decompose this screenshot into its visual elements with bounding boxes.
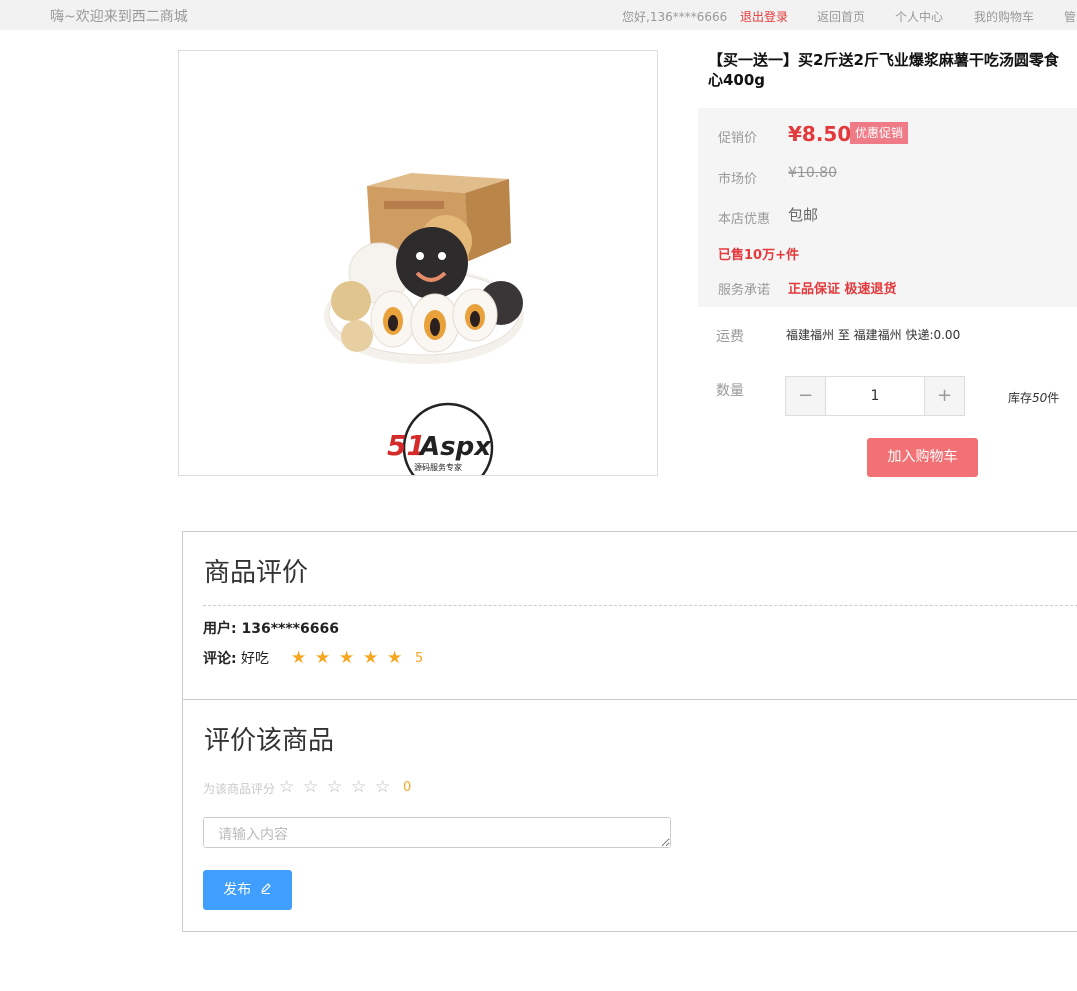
- service-label: 服务承诺: [718, 283, 771, 298]
- product-title: 【买一送一】买2斤送2斤飞业爆浆麻薯干吃汤圆零食 心400g: [708, 50, 1077, 90]
- product-image-frame: 51 Aspx 源码服务专家: [178, 50, 658, 494]
- star-outline-icon[interactable]: ☆: [375, 777, 399, 797]
- product-image: 51 Aspx 源码服务专家: [324, 173, 524, 494]
- rate-label: 为该商品评分: [203, 782, 276, 796]
- star-icon: ★: [363, 648, 379, 668]
- shop-offer-value: 包邮: [788, 206, 819, 224]
- review-comment: 评论: 好吃: [203, 648, 269, 668]
- market-price-label: 市场价: [718, 172, 758, 187]
- review-input[interactable]: [203, 817, 671, 848]
- freight-label: 运费: [716, 329, 744, 345]
- edit-icon: [260, 870, 272, 910]
- quantity-stepper: − +: [785, 376, 965, 416]
- svg-text:Aspx: Aspx: [418, 432, 492, 462]
- user-greeting: 您好,136****6666: [622, 10, 728, 24]
- stock-count: 50: [1032, 391, 1048, 405]
- freight-text: 福建福州 至 福建福州 快递:0.00: [786, 328, 961, 342]
- nav-admin-link[interactable]: 管: [1064, 8, 1076, 25]
- reviews-title: 商品评价: [204, 558, 309, 588]
- top-bar: 嗨~欢迎来到西二商城 您好,136****6666 退出登录 返回首页 个人中心…: [0, 0, 1077, 30]
- price-panel: 促销价 ¥8.50 优惠促销 市场价 ¥10.80 本店优惠 包邮 已售10万+…: [698, 108, 1077, 307]
- promo-price-label: 促销价: [718, 131, 758, 146]
- review-form-title: 评价该商品: [204, 726, 335, 756]
- star-icon: ★: [387, 648, 403, 668]
- publish-label: 发布: [223, 882, 252, 898]
- reviews-divider: [203, 605, 1077, 606]
- review-user: 用户: 136****6666: [203, 621, 339, 637]
- review-rating-value: 5: [415, 650, 424, 666]
- stock-prefix: 库存: [1008, 391, 1033, 405]
- logout-link[interactable]: 退出登录: [740, 8, 788, 25]
- sold-count: 已售10万+件: [718, 248, 799, 263]
- add-to-cart-button[interactable]: 加入购物车: [867, 438, 978, 477]
- star-outline-icon[interactable]: ☆: [327, 777, 351, 797]
- nav-profile-link[interactable]: 个人中心: [895, 8, 943, 25]
- quantity-decrease-button[interactable]: −: [786, 377, 826, 415]
- star-icon: ★: [315, 648, 331, 668]
- svg-text:源码服务专家: 源码服务专家: [414, 462, 462, 472]
- star-outline-icon[interactable]: ☆: [303, 777, 327, 797]
- star-outline-icon[interactable]: ☆: [279, 777, 303, 797]
- product-title-line1: 【买一送一】买2斤送2斤飞业爆浆麻薯干吃汤圆零食: [708, 51, 1059, 69]
- quantity-increase-button[interactable]: +: [924, 377, 964, 415]
- rate-stars[interactable]: ☆ ☆ ☆ ☆ ☆ 0: [279, 777, 411, 797]
- promo-badge: 优惠促销: [850, 122, 909, 144]
- review-section: 商品评价 用户: 136****6666 评论: 好吃 ★ ★ ★ ★ ★ 5 …: [182, 531, 1077, 932]
- review-comment-label: 评论:: [203, 651, 237, 667]
- product-title-line2: 心400g: [708, 71, 766, 89]
- star-icon: ★: [291, 648, 307, 668]
- nav-cart-link[interactable]: 我的购物车: [974, 8, 1034, 25]
- promo-price: ¥8.50: [788, 122, 852, 146]
- nav-home-link[interactable]: 返回首页: [817, 8, 865, 25]
- quantity-input[interactable]: [826, 377, 924, 415]
- publish-button[interactable]: 发布: [203, 870, 292, 910]
- market-price: ¥10.80: [788, 165, 837, 181]
- rate-value: 0: [403, 779, 412, 795]
- section-divider: [183, 699, 1077, 700]
- star-icon: ★: [339, 648, 355, 668]
- service-value: 正品保证 极速退货: [788, 282, 897, 297]
- star-outline-icon[interactable]: ☆: [351, 777, 375, 797]
- shop-offer-label: 本店优惠: [718, 212, 771, 227]
- stock-info: 库存50件: [1008, 389, 1059, 406]
- review-comment-text: 好吃: [236, 651, 270, 667]
- stock-suffix: 件: [1047, 391, 1060, 405]
- welcome-text: 嗨~欢迎来到西二商城: [50, 9, 188, 25]
- review-stars: ★ ★ ★ ★ ★ 5: [291, 648, 423, 668]
- quantity-label: 数量: [716, 383, 744, 399]
